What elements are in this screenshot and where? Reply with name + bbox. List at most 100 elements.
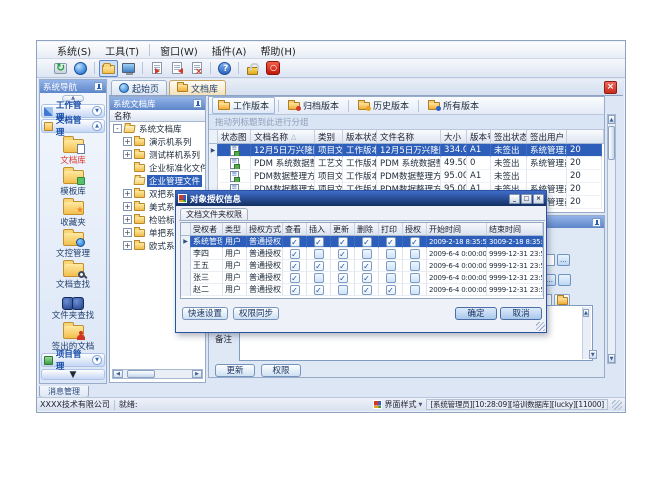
checkbox-unchecked[interactable] [314,249,324,259]
ui-style-dropdown[interactable]: 界面样式 ▼ [373,399,422,410]
permission-sync-button[interactable]: 权限同步 [233,307,279,320]
help-button[interactable] [215,60,234,77]
grid-column-header-签出状态[interactable]: 签出状态 [491,130,527,144]
power-button[interactable] [263,60,282,77]
lock-button[interactable] [243,60,262,77]
doc-receive-button[interactable] [167,60,186,77]
pin-icon[interactable] [592,218,601,227]
perm-column-header-类型[interactable]: 类型 [223,223,247,236]
menubar-grip[interactable] [43,44,46,56]
tree-item-系统文档库[interactable]: -系统文档库 [110,122,205,135]
pin-icon[interactable] [193,99,202,108]
grid-column-header-版本号[interactable]: 版本号 [467,130,491,144]
grid-column-header-版本状态[interactable]: 版本状态 [343,130,377,144]
menu-item-5[interactable]: 帮助(H) [253,42,302,59]
chevron-down-icon[interactable]: ▼ [92,106,102,116]
checkbox-checked[interactable] [386,285,396,295]
sidebar-collapsed-strip[interactable]: ▼ [41,369,105,380]
perm-column-header-授权[interactable]: 授权 [403,223,427,236]
permission-row-赵二[interactable]: 赵二用户普通授权2009-6-4 0:00:009999-12-31 23:59… [181,284,543,296]
monitor-button[interactable] [119,60,138,77]
expand-icon[interactable]: + [123,150,132,159]
expand-icon[interactable]: + [123,228,132,237]
checkbox-checked[interactable] [410,237,420,247]
tree-item-企业管理文件[interactable]: 企业管理文件 [110,174,205,187]
tree-column-header[interactable]: 名称 [110,110,205,122]
checkbox-checked[interactable] [362,285,372,295]
checkbox-checked[interactable] [386,237,396,247]
perm-column-header-查看[interactable]: 查看 [283,223,307,236]
menu-item-1[interactable]: 系统(S) [50,42,98,59]
version-button-工作版本[interactable]: 工作版本 [212,97,275,114]
checkbox-checked[interactable] [314,261,324,271]
sidebar-item-文控管理[interactable]: 文控管理 [40,228,106,259]
tab-start-page[interactable]: 起始页 [111,80,167,95]
table-row[interactable]: 12月5日万兴隆网行...项目文档工作版本12月5日万兴隆网行...334.00… [209,144,604,157]
checkbox-checked[interactable] [290,249,300,259]
checkbox-unchecked[interactable] [362,249,372,259]
table-row[interactable]: PDM 系统数据整理检...工艺文档工作版本PDM 系统数据整理...49.50… [209,157,604,170]
checkbox-checked[interactable] [338,237,348,247]
perm-column-header-打印[interactable]: 打印 [379,223,403,236]
ok-button[interactable]: 确定 [455,307,497,320]
checkbox-checked[interactable] [290,261,300,271]
expand-icon[interactable]: + [123,202,132,211]
permission-row-王五[interactable]: 王五用户普通授权2009-6-4 0:00:009999-12-31 23:59… [181,260,543,272]
scroll-left-icon[interactable]: ◀ [113,370,123,378]
perm-column-header-删除[interactable]: 删除 [355,223,379,236]
tree-item-企业标准化文件[interactable]: 企业标准化文件 [110,161,205,174]
doc-delete-button[interactable] [187,60,206,77]
sync-button[interactable] [51,60,70,77]
checkbox-unchecked[interactable] [386,261,396,271]
perm-column-header-开始时间[interactable]: 开始时间 [427,223,487,236]
grid-column-header-大小[interactable]: 大小 [441,130,467,144]
picker-button[interactable] [558,274,571,286]
grid-column-header-签出用户[interactable]: 签出用户 [527,130,567,144]
update-button[interactable]: 更新 [215,364,255,377]
checkbox-checked[interactable] [314,285,324,295]
tree-item-测试样机系列[interactable]: +测试样机系列 [110,148,205,161]
toolbar-grip[interactable] [43,62,46,74]
expand-icon[interactable]: + [123,215,132,224]
tab-document-library[interactable]: 文档库 [169,80,226,95]
sidebar-item-文档库[interactable]: 文档库 [40,135,106,166]
scroll-up-icon[interactable]: ▲ [583,309,589,317]
close-tab-icon[interactable]: × [604,81,617,94]
sidebar-item-文档查找[interactable]: 文档查找 [40,259,106,290]
menu-item-4[interactable]: 插件(A) [205,42,254,59]
sidebar-item-收藏夹[interactable]: ★收藏夹 [40,197,106,228]
close-icon[interactable]: × [533,194,544,204]
chevron-down-icon[interactable]: ▼ [92,355,102,365]
window-resize-grip[interactable] [612,400,622,410]
sidebar-item-模板库[interactable]: 模板库 [40,166,106,197]
checkbox-unchecked[interactable] [410,261,420,271]
grid-column-header-文档名称[interactable]: 文档名称△ [251,130,315,144]
expand-icon[interactable]: + [123,189,132,198]
cancel-button[interactable]: 取消 [500,307,542,320]
expand-icon[interactable]: + [123,241,132,250]
grid-column-header-文件名称[interactable]: 文件名称 [377,130,441,144]
checkbox-checked[interactable] [362,237,372,247]
checkbox-unchecked[interactable] [386,273,396,283]
grid-column-header-partial[interactable] [567,130,604,144]
ellipsis-button[interactable]: … [557,254,570,266]
permission-row-张三[interactable]: 张三用户普通授权2009-6-4 0:00:009999-12-31 23:59… [181,272,543,284]
scrollbar-thumb[interactable] [608,126,615,160]
perm-column-header-结束时间[interactable]: 结束时间 [487,223,543,236]
checkbox-unchecked[interactable] [314,273,324,283]
checkbox-checked[interactable] [338,249,348,259]
menu-item-3[interactable]: 窗口(W) [153,42,205,59]
permission-row-李四[interactable]: 李四用户普通授权2009-6-4 0:00:009999-12-31 23:59… [181,248,543,260]
tab-folder-permissions[interactable]: 文档文件夹权限 [180,208,248,220]
perm-column-header-受权者[interactable]: 受权者 [191,223,223,236]
tree-item-演示机系列[interactable]: +演示机系列 [110,135,205,148]
group-by-bar[interactable]: 拖动列标题到此进行分组 [209,115,604,130]
version-button-归档版本[interactable]: 归档版本 [282,97,345,114]
dialog-titlebar[interactable]: 对象授权信息 _ □ × [176,191,546,206]
version-button-历史版本[interactable]: 历史版本 [352,97,415,114]
tree-horizontal-scrollbar[interactable]: ◀ ▶ [112,369,203,379]
dialog-resize-grip[interactable] [536,322,545,331]
checkbox-unchecked[interactable] [410,249,420,259]
minimize-icon[interactable]: _ [509,194,520,204]
doc-send-button[interactable] [147,60,166,77]
